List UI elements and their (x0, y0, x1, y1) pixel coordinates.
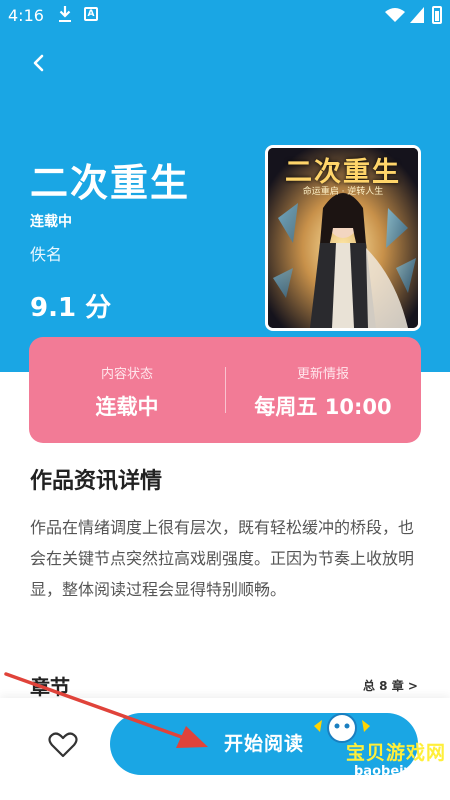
content-status-block: 内容状态 连载中 (29, 337, 225, 443)
info-card: 内容状态 连载中 更新情报 每周五 10:00 (29, 337, 421, 443)
battery-icon (432, 6, 442, 24)
detail-section-title: 作品资讯详情 (30, 469, 163, 494)
book-title: 二次重生 (30, 161, 191, 205)
chapters-title: 章节 (30, 675, 70, 699)
cover-subtitle: 命运重启 · 逆转人生 (302, 187, 384, 197)
update-info-label: 更新情报 (296, 367, 349, 382)
wifi-icon (385, 8, 405, 22)
download-icon (59, 6, 71, 22)
back-arrow-icon (33, 54, 44, 72)
chapters-total-link[interactable]: 总 8 章 > (363, 677, 418, 694)
book-score: 9.1 分 (30, 293, 112, 323)
watermark-url: baobeiy.com (354, 764, 446, 779)
signal-icon (410, 7, 424, 23)
watermark-text: 宝贝游戏网 (346, 742, 447, 764)
book-author: 佚名 (30, 245, 63, 264)
update-info-value: 每周五 10:00 (254, 395, 392, 419)
content-status-value: 连载中 (95, 395, 159, 419)
status-bar: 4:16 A (0, 0, 450, 32)
book-cover[interactable]: 二次重生 命运重启 · 逆转人生 (265, 145, 421, 331)
back-button[interactable] (24, 48, 54, 78)
update-info-block: 更新情报 每周五 10:00 (225, 337, 421, 443)
book-status-tag: 连载中 (30, 214, 72, 230)
content-status-label: 内容状态 (100, 367, 153, 382)
detail-description: 作品在情绪调度上很有层次，既有轻松缓冲的桥段，也会在关键节点突然拉高戏剧强度。正… (30, 518, 415, 599)
status-time: 4:16 (8, 6, 44, 25)
heart-icon (48, 732, 78, 758)
favorite-button[interactable] (48, 732, 78, 758)
a-badge-icon: A (84, 7, 98, 21)
